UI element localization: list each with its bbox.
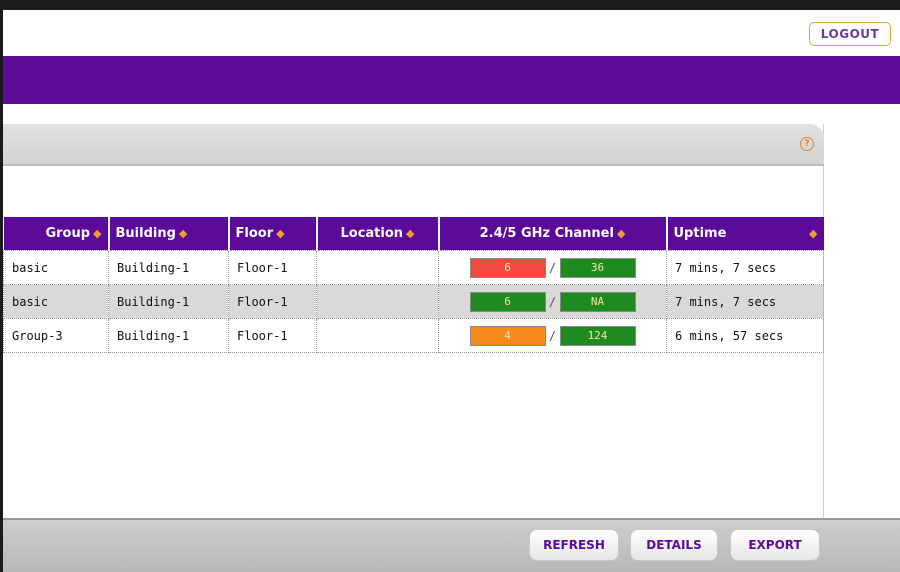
refresh-button[interactable]: REFRESH [529,529,619,561]
cell-uptime: 7 mins, 7 secs [666,250,824,285]
panel-header [3,124,824,166]
top-nav-bar [3,56,900,104]
table-row[interactable]: basic Building-1 Floor-1 6 / 36 7 mins, … [3,250,824,285]
cell-uptime: 7 mins, 7 secs [666,284,824,319]
cell-channel: 6 / 36 [438,250,667,285]
channel-separator: / [548,260,557,275]
cell-location [316,250,439,285]
cell-floor: Floor-1 [228,250,317,285]
channel-24-badge: 4 [469,325,546,346]
sort-icon[interactable]: ◆ [406,227,414,240]
cell-group: basic [3,250,109,285]
logout-button[interactable]: LOGOUT [809,22,891,46]
sort-icon[interactable]: ◆ [276,227,284,240]
cell-building: Building-1 [108,284,229,319]
channel-5-badge: 36 [559,257,636,278]
cell-location [316,318,439,353]
table-row[interactable]: basic Building-1 Floor-1 6 / NA 7 mins, … [3,284,824,319]
channel-separator: / [548,328,557,343]
channel-5-badge: 124 [559,325,636,346]
cell-floor: Floor-1 [228,318,317,353]
help-icon[interactable]: ? [800,137,814,151]
cell-location [316,284,439,319]
cell-floor: Floor-1 [228,284,317,319]
sort-icon[interactable]: ◆ [179,227,187,240]
channel-5-badge: NA [559,291,636,312]
access-point-table: Group ◆ Building ◆ Floor ◆ Location ◆ 2.4/5 … [3,217,824,353]
column-header-channel[interactable]: 2.4/5 GHz Channel ◆ [437,217,667,251]
cell-group: Group-3 [3,318,109,353]
channel-24-badge: 6 [469,291,546,312]
sort-icon[interactable]: ◆ [809,227,817,240]
sort-icon[interactable]: ◆ [617,227,625,240]
cell-group: basic [3,284,109,319]
details-button[interactable]: DETAILS [630,529,718,561]
column-header-location[interactable]: Location ◆ [315,217,439,251]
channel-24-badge: 6 [469,257,546,278]
sort-icon[interactable]: ◆ [93,227,101,240]
column-header-group[interactable]: Group ◆ [3,217,109,251]
column-header-uptime[interactable]: Uptime ◆ [665,217,824,251]
window-top-border [0,0,900,10]
column-header-floor[interactable]: Floor ◆ [227,217,317,251]
cell-uptime: 6 mins, 57 secs [666,318,824,353]
cell-channel: 4 / 124 [438,318,667,353]
cell-building: Building-1 [108,318,229,353]
table-row[interactable]: Group-3 Building-1 Floor-1 4 / 124 6 min… [3,318,824,353]
cell-channel: 6 / NA [438,284,667,319]
column-header-building[interactable]: Building ◆ [107,217,229,251]
channel-separator: / [548,294,557,309]
export-button[interactable]: EXPORT [730,529,820,561]
cell-building: Building-1 [108,250,229,285]
table-header-row: Group ◆ Building ◆ Floor ◆ Location ◆ 2.4/5 … [3,217,824,251]
